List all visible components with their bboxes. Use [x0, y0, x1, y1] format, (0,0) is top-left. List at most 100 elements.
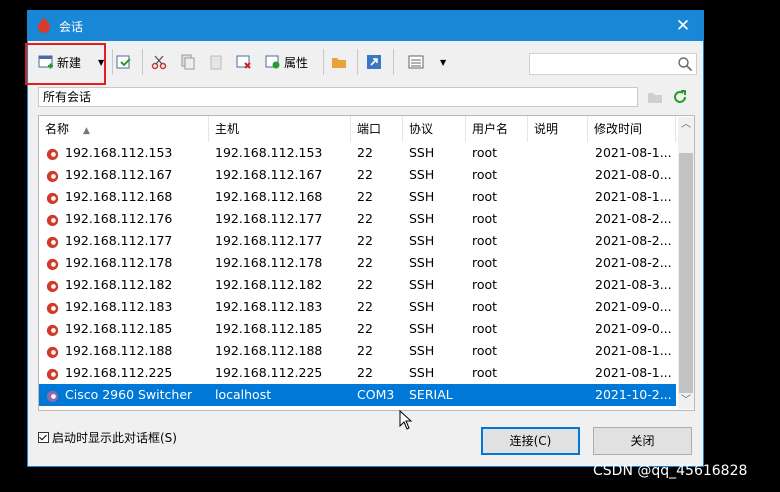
ssh-session-icon [46, 324, 59, 337]
cell-port: 22 [357, 189, 373, 204]
table-row[interactable]: 192.168.112.168 192.168.112.168 22 SSH root 2… [39, 186, 676, 208]
cell-modified: 2021-08-1... [595, 343, 672, 358]
show-on-startup-option[interactable]: 启动时显示此对话框(S) [38, 429, 177, 446]
ssh-session-icon [46, 214, 59, 227]
delete-button[interactable] [236, 51, 252, 73]
app-logo-icon [38, 18, 50, 33]
table-row[interactable]: 192.168.112.182 192.168.112.182 22 SSH root 2… [39, 274, 676, 296]
column-header-modified[interactable]: 修改时间 [588, 116, 676, 142]
cell-user: root [472, 167, 498, 182]
cell-host: 192.168.112.182 [215, 277, 323, 292]
cell-user: root [472, 299, 498, 314]
show-on-startup-label: 启动时显示此对话框(S) [52, 431, 177, 445]
cell-host: 192.168.112.167 [215, 167, 323, 182]
search-icon[interactable] [677, 56, 693, 72]
cell-modified: 2021-09-0... [595, 321, 672, 336]
cell-host: 192.168.112.183 [215, 299, 323, 314]
table-row[interactable]: 192.168.112.188 192.168.112.188 22 SSH root 2… [39, 340, 676, 362]
cell-name: 192.168.112.188 [65, 343, 173, 358]
column-header-name[interactable]: 名称 ▲ [39, 116, 209, 142]
watermark: CSDN @qq_45616828 [593, 463, 748, 479]
column-header-port[interactable]: 端口 [351, 116, 403, 142]
cell-host: localhost [215, 387, 272, 402]
cell-host: 192.168.112.178 [215, 255, 323, 270]
table-row[interactable]: 192.168.112.185 192.168.112.185 22 SSH root 2… [39, 318, 676, 340]
cell-port: 22 [357, 233, 373, 248]
scroll-up-arrow[interactable]: ︿ [678, 117, 694, 133]
cell-user: root [472, 145, 498, 160]
cell-modified: 2021-10-2... [595, 387, 672, 402]
toolbar-separator [142, 49, 143, 75]
properties-button[interactable]: 属性 [265, 51, 308, 73]
cell-protocol: SSH [409, 365, 435, 380]
cell-host: 192.168.112.225 [215, 365, 323, 380]
toolbar-separator [323, 49, 324, 75]
table-row[interactable]: 192.168.112.153 192.168.112.153 22 SSH root 2… [39, 142, 676, 164]
ssh-session-icon [46, 236, 59, 249]
table-row[interactable]: 192.168.112.225 192.168.112.225 22 SSH root 2… [39, 362, 676, 384]
cell-name: 192.168.112.167 [65, 167, 173, 182]
cell-host: 192.168.112.168 [215, 189, 323, 204]
properties-icon [265, 55, 280, 69]
scroll-down-arrow[interactable]: ﹀ [678, 393, 694, 409]
table-row[interactable]: Cisco 2960 Switcher localhost COM3 SERIAL 20… [39, 384, 676, 406]
column-header-host[interactable]: 主机 [209, 116, 351, 142]
ssh-session-icon [46, 368, 59, 381]
folder-path-bar[interactable]: 所有会话 [38, 87, 638, 107]
cell-user: root [472, 277, 498, 292]
table-row[interactable]: 192.168.112.178 192.168.112.178 22 SSH root 2… [39, 252, 676, 274]
open-session-icon [116, 55, 131, 69]
cell-protocol: SERIAL [409, 387, 453, 402]
table-row[interactable]: 192.168.112.167 192.168.112.167 22 SSH root 2… [39, 164, 676, 186]
copy-button[interactable] [180, 51, 196, 73]
table-row[interactable]: 192.168.112.176 192.168.112.177 22 SSH root 2… [39, 208, 676, 230]
annotation-highlight-box [25, 43, 106, 85]
refresh-icon[interactable] [672, 89, 688, 105]
ssh-session-icon [46, 302, 59, 315]
cut-button[interactable] [151, 51, 167, 73]
table-row[interactable]: 192.168.112.183 192.168.112.183 22 SSH root 2… [39, 296, 676, 318]
cell-name: Cisco 2960 Switcher [65, 387, 193, 402]
cell-port: 22 [357, 145, 373, 160]
cell-modified: 2021-08-2... [595, 255, 672, 270]
close-window-button[interactable]: ✕ [663, 11, 703, 41]
cell-protocol: SSH [409, 189, 435, 204]
cell-protocol: SSH [409, 277, 435, 292]
cell-name: 192.168.112.176 [65, 211, 173, 226]
open-session-button[interactable] [116, 51, 132, 73]
cell-port: 22 [357, 277, 373, 292]
paste-icon [210, 55, 222, 70]
toolbar: 新建 ▼ 属性 ▼ [25, 41, 703, 85]
ssh-session-icon [46, 258, 59, 271]
show-on-startup-checkbox[interactable] [38, 432, 49, 443]
cell-port: 22 [357, 167, 373, 182]
view-dropdown-arrow[interactable]: ▼ [440, 51, 446, 73]
table-row[interactable]: 192.168.112.177 192.168.112.177 22 SSH root 2… [39, 230, 676, 252]
cell-name: 192.168.112.185 [65, 321, 173, 336]
cell-name: 192.168.112.153 [65, 145, 173, 160]
cell-host: 192.168.112.177 [215, 211, 323, 226]
vertical-scrollbar[interactable]: ︿ ﹀ [678, 117, 694, 409]
cell-user: root [472, 255, 498, 270]
connect-button[interactable]: 连接(C) [481, 427, 580, 455]
cell-protocol: SSH [409, 255, 435, 270]
column-header-description[interactable]: 说明 [528, 116, 588, 142]
search-input[interactable] [529, 53, 697, 75]
folder-up-icon[interactable] [647, 90, 663, 104]
cell-port: 22 [357, 299, 373, 314]
scissors-icon [151, 55, 167, 70]
ssh-session-icon [46, 280, 59, 293]
cell-port: 22 [357, 343, 373, 358]
shortcut-button[interactable] [366, 51, 382, 73]
session-list[interactable]: 名称 ▲ 主机 端口 协议 用户名 说明 修改时间 192.168.112.153… [38, 115, 695, 411]
close-button[interactable]: 关闭 [593, 427, 692, 455]
ssh-session-icon [46, 148, 59, 161]
view-button[interactable] [408, 51, 424, 73]
column-header-user[interactable]: 用户名 [466, 116, 528, 142]
column-header-protocol[interactable]: 协议 [403, 116, 466, 142]
paste-button[interactable] [208, 51, 224, 73]
cell-protocol: SSH [409, 299, 435, 314]
cell-user: root [472, 233, 498, 248]
scrollbar-thumb[interactable] [679, 153, 693, 393]
new-folder-button[interactable] [331, 51, 347, 73]
